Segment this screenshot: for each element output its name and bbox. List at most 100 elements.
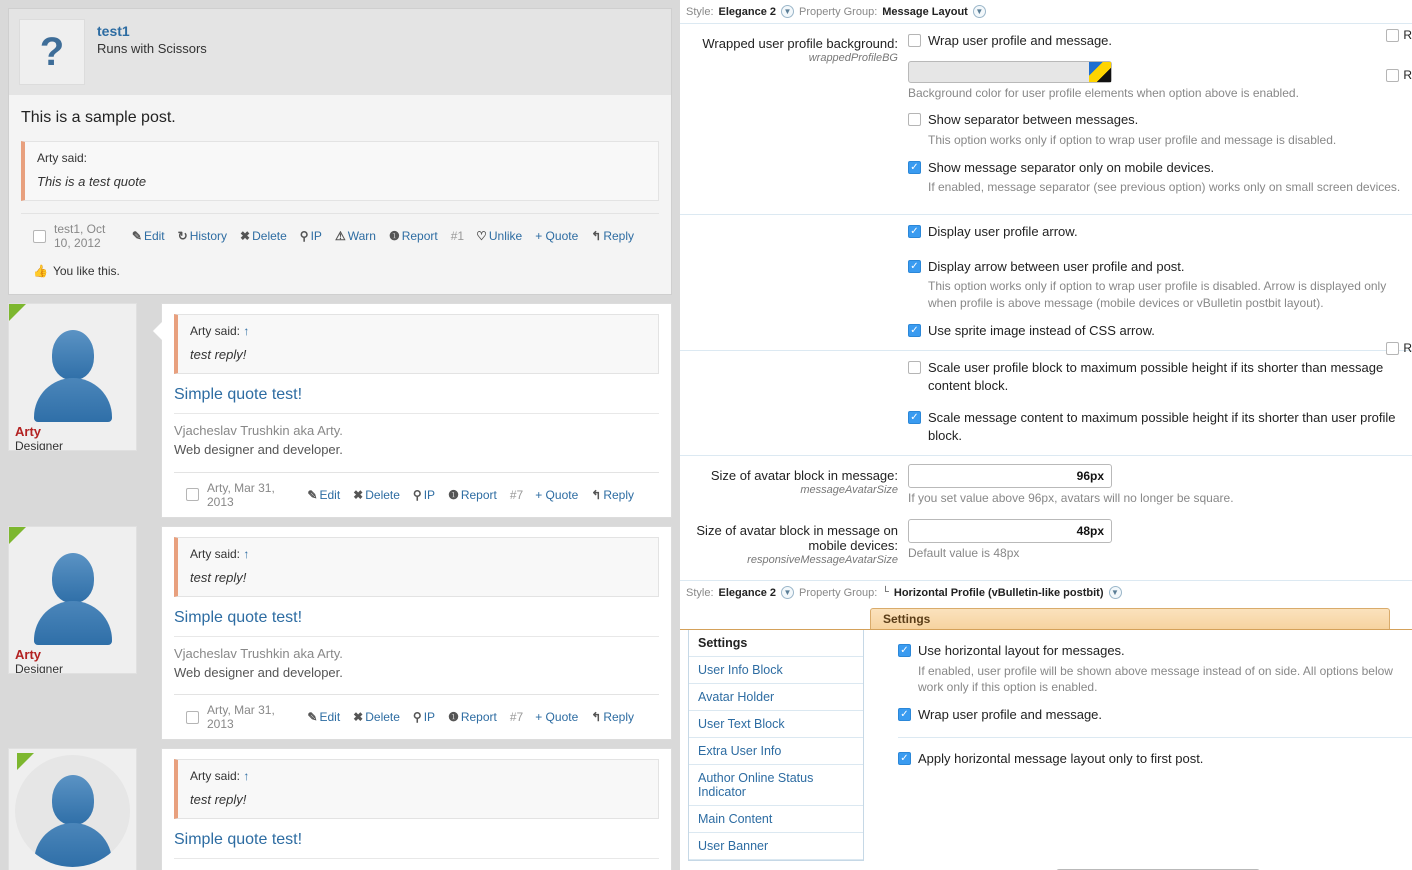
reset-checkbox-row[interactable]: R xyxy=(1386,28,1412,42)
option-between-arrow[interactable]: ✓ Display arrow between user profile and … xyxy=(908,258,1406,276)
user-silhouette-icon xyxy=(33,552,112,645)
color-input[interactable] xyxy=(908,60,1112,83)
tab-bar: Settings xyxy=(680,608,1412,631)
sidebar-item-main-content[interactable]: Main Content xyxy=(689,806,863,834)
option-label: Show separator between messages. xyxy=(928,112,1139,128)
avatar-holder[interactable] xyxy=(15,310,130,422)
user-profile-side: Arty Designer Staff Member xyxy=(8,748,137,870)
sidebar-item-user-info-block[interactable]: User Info Block xyxy=(689,657,863,685)
message-desc: Vjacheslav Trushkin aka Arty.Web designe… xyxy=(174,858,659,870)
post-select-checkbox[interactable] xyxy=(186,488,199,502)
checkbox[interactable] xyxy=(1386,341,1400,355)
field-hint: Default value is 48px xyxy=(908,546,1020,561)
post-action-reply-label: Reply xyxy=(603,229,634,243)
field-controls: 96px If you set value above 96px, avatar… xyxy=(908,464,1412,517)
checkbox[interactable]: ✓ xyxy=(898,708,911,722)
profile-username[interactable]: Arty xyxy=(15,424,130,439)
reset-checkbox-row[interactable]: R xyxy=(1386,341,1412,355)
post-action-report[interactable]: ❶ Report xyxy=(389,229,438,243)
post-action-ip[interactable]: ⚲ IP xyxy=(300,229,322,243)
field-controls: ✓ Display user profile arrow. ✓ Display ar… xyxy=(908,223,1412,342)
post-action-delete[interactable]: ✖ Delete xyxy=(353,710,400,724)
checkbox[interactable]: ✓ xyxy=(898,644,911,658)
post-action-ip[interactable]: ⚲ IP xyxy=(413,488,435,502)
post-action-edit[interactable]: ✎ Edit xyxy=(307,488,340,502)
settings-group-arrow: ✓ Display user profile arrow. ✓ Display ar… xyxy=(680,215,1412,352)
quote-jump-icon[interactable]: ↑ xyxy=(243,547,249,561)
checkbox[interactable]: ✓ xyxy=(908,225,921,239)
post-select-checkbox[interactable] xyxy=(186,710,199,724)
checkbox[interactable]: ✓ xyxy=(898,751,911,765)
breadcrumb-secondary: Style: Elegance 2 ▼ Property Group: └ Ho… xyxy=(680,581,1412,604)
post-action-reply[interactable]: ↰ Reply xyxy=(591,229,634,243)
avatar-placeholder-icon[interactable]: ? xyxy=(19,19,85,85)
sidebar-item-user-text-block[interactable]: User Text Block xyxy=(689,711,863,739)
post-action-quote[interactable]: + Quote xyxy=(535,488,578,502)
post-action-edit[interactable]: ✎ Edit xyxy=(307,710,340,724)
post-action-history[interactable]: ↻ History xyxy=(178,229,227,243)
avatar-holder[interactable] xyxy=(15,533,130,645)
message-title[interactable]: Simple quote test! xyxy=(174,831,659,849)
checkbox[interactable] xyxy=(1386,68,1400,82)
checkbox[interactable] xyxy=(908,361,921,375)
checkbox[interactable] xyxy=(1386,28,1400,42)
message-title[interactable]: Simple quote test! xyxy=(174,609,659,627)
post-action-quote[interactable]: + Quote xyxy=(535,710,578,724)
checkbox[interactable]: ✓ xyxy=(908,411,921,425)
post-action-delete[interactable]: ✖ Delete xyxy=(240,229,287,243)
sidebar-item-user-banner[interactable]: User Banner xyxy=(689,833,863,861)
option-mobile-separator[interactable]: ✓ Show message separator only on mobile d… xyxy=(908,159,1406,177)
sidebar-item-settings[interactable]: Settings xyxy=(689,630,863,658)
post-select-checkbox[interactable] xyxy=(33,229,46,243)
post-action-warn-label: Warn xyxy=(347,229,376,243)
mobile-avatar-size-input[interactable]: 48px xyxy=(908,519,1112,544)
option-horizontal-layout[interactable]: ✓ Use horizontal layout for messages. xyxy=(898,642,1406,660)
post-action-reply[interactable]: ↰ Reply xyxy=(591,488,634,502)
sidebar-item-extra-user-info[interactable]: Extra User Info xyxy=(689,738,863,766)
post-action-delete[interactable]: ✖ Delete xyxy=(353,488,400,502)
reset-checkbox-row[interactable]: R xyxy=(1386,68,1412,82)
post-author-name[interactable]: test1 xyxy=(97,23,207,39)
chevron-down-icon[interactable]: ▼ xyxy=(972,5,986,18)
post-action-unlike[interactable]: ♡ Unlike xyxy=(476,229,522,243)
post-action-ip[interactable]: ⚲ IP xyxy=(413,710,435,724)
option-profile-arrow[interactable]: ✓ Display user profile arrow. xyxy=(908,223,1406,241)
option-scale-message[interactable]: ✓ Scale message content to maximum possib… xyxy=(908,409,1406,444)
option-sprite-arrow[interactable]: ✓ Use sprite image instead of CSS arrow. xyxy=(908,322,1406,340)
option-first-post-only[interactable]: ✓ Apply horizontal message layout only to… xyxy=(898,750,1406,768)
message-title[interactable]: Simple quote test! xyxy=(174,386,659,404)
chevron-down-icon[interactable]: ▼ xyxy=(781,5,794,18)
checkbox[interactable]: ✓ xyxy=(908,259,921,273)
post-action-report[interactable]: ❶ Report xyxy=(448,488,497,502)
profile-arrow-icon xyxy=(153,322,162,340)
post-action-reply[interactable]: ↰ Reply xyxy=(591,710,634,724)
checkbox[interactable]: ✓ xyxy=(908,160,921,174)
option-scale-profile[interactable]: Scale user profile block to maximum poss… xyxy=(908,359,1406,394)
chevron-down-icon[interactable]: ▼ xyxy=(781,586,794,600)
style-label: Style: xyxy=(686,5,714,18)
sidebar-item-avatar-holder[interactable]: Avatar Holder xyxy=(689,684,863,712)
post-action-edit[interactable]: ✎ Edit xyxy=(132,229,165,243)
checkbox[interactable] xyxy=(908,113,921,127)
sidebar-item-author-online-status[interactable]: Author Online Status Indicator xyxy=(689,765,863,807)
quote-header-label: Arty said: xyxy=(190,324,241,338)
post-action-warn[interactable]: ⚠ Warn xyxy=(335,229,376,243)
quote-jump-icon[interactable]: ↑ xyxy=(243,324,249,338)
option-wrap-profile-2[interactable]: ✓ Wrap user profile and message. xyxy=(898,706,1406,724)
color-swatch-icon[interactable] xyxy=(1089,61,1111,82)
checkbox[interactable] xyxy=(908,34,921,47)
tab-settings[interactable]: Settings xyxy=(870,608,1390,630)
option-show-separator[interactable]: Show separator between messages. xyxy=(908,111,1406,129)
option-wrap-profile[interactable]: Wrap user profile and message. xyxy=(908,32,1406,50)
checkbox[interactable]: ✓ xyxy=(908,323,921,337)
profile-username[interactable]: Arty xyxy=(15,647,130,662)
chevron-down-icon[interactable]: ▼ xyxy=(1108,586,1122,600)
avatar-holder[interactable] xyxy=(15,755,130,868)
field-label-title: Size of avatar block in message on mobil… xyxy=(696,523,898,554)
avatar-size-input[interactable]: 96px xyxy=(908,464,1112,489)
profile-role: Designer xyxy=(15,661,64,674)
post-action-quote[interactable]: + Quote xyxy=(535,229,578,243)
quote-jump-icon[interactable]: ↑ xyxy=(243,769,249,783)
style-value: Elegance 2 xyxy=(718,5,776,18)
post-action-report[interactable]: ❶ Report xyxy=(448,710,497,724)
